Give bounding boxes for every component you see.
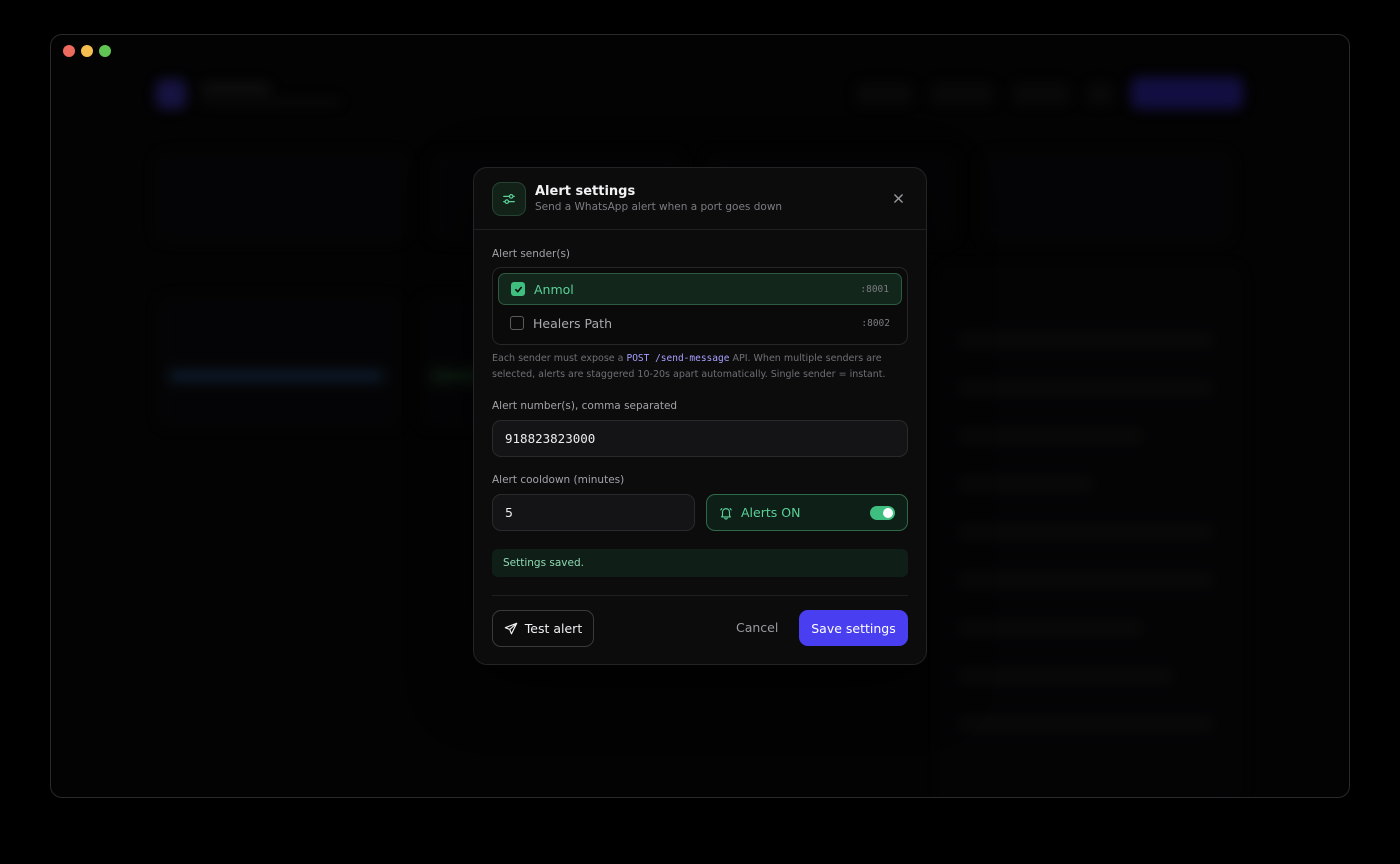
check-icon	[514, 286, 522, 292]
window-close-button[interactable]	[63, 45, 75, 57]
alerts-switch[interactable]	[870, 505, 895, 520]
modal-title: Alert settings	[535, 184, 636, 199]
senders-help-note: Each sender must expose a POST /send-mes…	[492, 353, 886, 380]
close-icon[interactable]	[890, 190, 906, 206]
sender-item-anmol[interactable]: Anmol :8001	[498, 273, 902, 305]
alert-settings-modal: Alert settings Send a WhatsApp alert whe…	[473, 167, 927, 665]
status-message: Settings saved.	[492, 549, 908, 577]
modal-header: Alert settings Send a WhatsApp alert whe…	[474, 168, 926, 230]
sender-port: :8001	[860, 283, 889, 295]
cooldown-label: Alert cooldown (minutes)	[492, 474, 625, 486]
checkbox-unchecked[interactable]	[510, 316, 524, 330]
numbers-label: Alert number(s), comma separated	[492, 400, 678, 412]
checkbox-checked[interactable]	[511, 282, 525, 296]
send-icon	[504, 622, 518, 634]
sender-name: Healers Path	[533, 315, 612, 331]
sender-name: Anmol	[534, 281, 574, 297]
cancel-button[interactable]: Cancel	[736, 620, 778, 635]
senders-label: Alert sender(s)	[492, 248, 571, 260]
sender-port: :8002	[861, 317, 890, 329]
modal-subtitle: Send a WhatsApp alert when a port goes d…	[535, 201, 783, 213]
save-settings-button[interactable]: Save settings	[799, 610, 908, 646]
footer-divider	[492, 595, 908, 596]
window-minimize-button[interactable]	[81, 45, 93, 57]
window-controls	[63, 45, 111, 57]
alerts-toggle[interactable]: Alerts ON	[706, 494, 908, 531]
cooldown-input[interactable]: 5	[492, 494, 695, 531]
bell-icon	[720, 507, 732, 520]
test-alert-button[interactable]: Test alert	[492, 610, 594, 647]
sliders-icon	[492, 182, 526, 216]
endpoint-code: POST /send-message	[626, 353, 730, 364]
window-maximize-button[interactable]	[99, 45, 111, 57]
sender-list: Anmol :8001 Healers Path :8002	[492, 267, 908, 345]
alert-numbers-input[interactable]: 918823823000	[492, 420, 908, 457]
sender-item-healers-path[interactable]: Healers Path :8002	[498, 307, 902, 339]
alerts-toggle-label: Alerts ON	[741, 505, 801, 520]
